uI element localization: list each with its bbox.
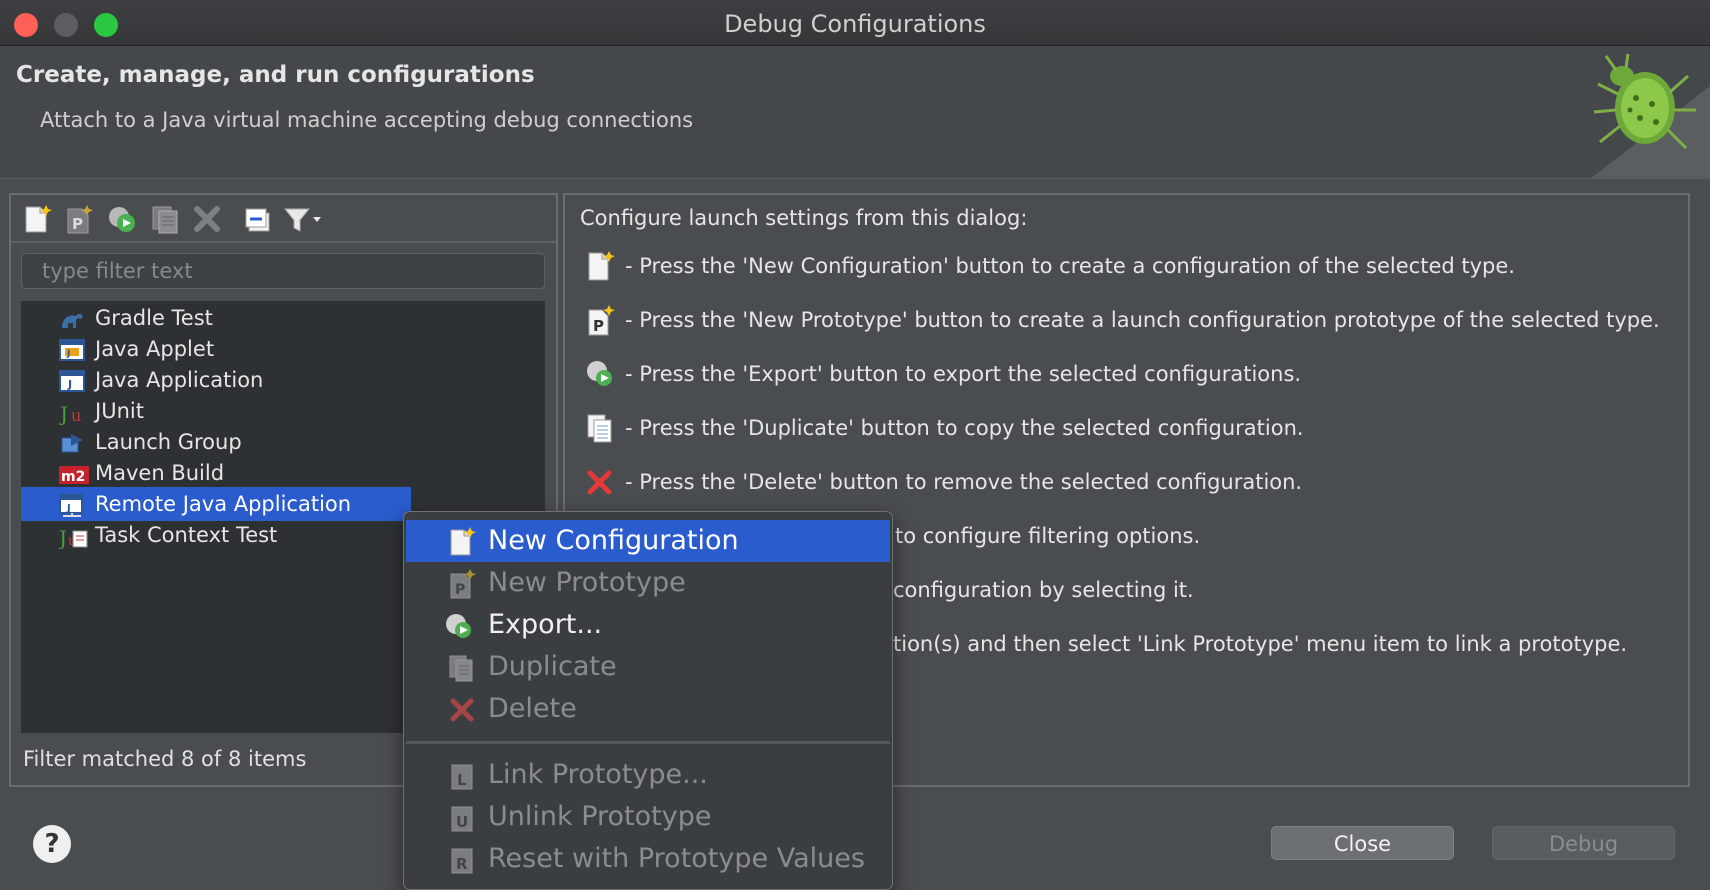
help-heading: Configure launch settings from this dial… bbox=[580, 206, 1028, 230]
help-button[interactable]: ? bbox=[33, 825, 71, 863]
unlink-prototype-icon: U bbox=[448, 803, 476, 833]
export-icon bbox=[585, 358, 615, 390]
svg-text:J: J bbox=[66, 349, 70, 359]
dropdown-arrow-icon[interactable] bbox=[309, 203, 325, 235]
menu-item-duplicate[interactable]: Duplicate bbox=[406, 646, 890, 688]
java-application-icon: J bbox=[59, 368, 85, 394]
svg-text:J: J bbox=[67, 378, 72, 391]
help-line-new-configuration: - Press the 'New Configuration' button t… bbox=[565, 247, 1685, 287]
maven-icon: m2 bbox=[59, 461, 89, 487]
duplicate-icon bbox=[448, 653, 476, 683]
svg-text:P: P bbox=[455, 582, 465, 598]
collapse-all-icon[interactable] bbox=[243, 203, 275, 235]
gradle-icon bbox=[59, 306, 85, 332]
java-applet-icon: J bbox=[59, 337, 85, 363]
menu-item-unlink-prototype[interactable]: U Unlink Prototype bbox=[406, 796, 890, 838]
svg-text:u: u bbox=[71, 406, 81, 425]
close-button[interactable]: Close bbox=[1271, 826, 1454, 860]
new-prototype-icon: P bbox=[585, 304, 615, 336]
help-line-delete: - Press the 'Delete' button to remove th… bbox=[565, 463, 1685, 503]
banner-message: Attach to a Java virtual machine accepti… bbox=[40, 108, 694, 132]
help-line-duplicate: - Press the 'Duplicate' button to copy t… bbox=[565, 409, 1685, 449]
svg-text:L: L bbox=[457, 771, 467, 789]
debug-button[interactable]: Debug bbox=[1492, 826, 1675, 860]
tree-item-remote-java-application[interactable]: J Remote Java Application bbox=[21, 487, 411, 521]
launch-group-icon bbox=[59, 430, 85, 456]
svg-text:P: P bbox=[72, 215, 83, 233]
window-title: Debug Configurations bbox=[724, 10, 986, 38]
delete-icon bbox=[585, 466, 615, 498]
config-toolbar: P bbox=[11, 195, 556, 241]
tree-item-task-context-test[interactable]: Ju Task Context Test bbox=[21, 518, 411, 552]
menu-item-delete[interactable]: Delete bbox=[406, 688, 890, 730]
delete-icon bbox=[448, 695, 476, 725]
filter-status-text: Filter matched 8 of 8 items bbox=[23, 747, 307, 771]
help-line-export: - Press the 'Export' button to export th… bbox=[565, 355, 1685, 395]
menu-item-export[interactable]: Export... bbox=[406, 604, 890, 646]
banner-title: Create, manage, and run configurations bbox=[16, 62, 535, 88]
help-line-new-prototype: P - Press the 'New Prototype' button to … bbox=[565, 301, 1685, 341]
new-configuration-icon[interactable] bbox=[21, 203, 53, 235]
delete-icon[interactable] bbox=[191, 203, 223, 235]
link-prototype-icon: L bbox=[448, 761, 476, 791]
menu-item-link-prototype[interactable]: L Link Prototype... bbox=[406, 754, 890, 796]
new-prototype-icon[interactable]: P bbox=[63, 203, 95, 235]
debug-bug-icon bbox=[1560, 46, 1710, 179]
export-icon bbox=[444, 611, 472, 641]
menu-item-new-prototype[interactable]: P New Prototype bbox=[406, 562, 890, 604]
menu-item-new-configuration[interactable]: New Configuration bbox=[406, 520, 890, 562]
remote-java-icon: J bbox=[59, 492, 85, 518]
svg-text:J: J bbox=[59, 402, 68, 425]
toolbar-divider bbox=[11, 241, 556, 243]
title-bar: Debug Configurations bbox=[0, 0, 1710, 46]
reset-prototype-icon: R bbox=[448, 845, 476, 875]
duplicate-icon[interactable] bbox=[149, 203, 181, 235]
menu-item-reset-with-prototype-values[interactable]: R Reset with Prototype Values bbox=[406, 838, 890, 880]
svg-text:J: J bbox=[66, 503, 71, 514]
new-prototype-icon: P bbox=[448, 569, 476, 599]
svg-text:m2: m2 bbox=[61, 469, 85, 485]
header-banner: Create, manage, and run configurations A… bbox=[0, 46, 1710, 179]
svg-text:J: J bbox=[59, 526, 67, 549]
new-configuration-icon bbox=[448, 527, 476, 557]
svg-text:P: P bbox=[593, 317, 604, 335]
tree-item-launch-group[interactable]: Launch Group bbox=[21, 425, 411, 459]
new-configuration-icon bbox=[585, 250, 615, 282]
menu-separator bbox=[406, 741, 890, 744]
filter-input[interactable] bbox=[21, 253, 545, 289]
tree-item-maven-build[interactable]: m2 Maven Build bbox=[21, 456, 411, 490]
task-context-icon: Ju bbox=[57, 523, 88, 550]
duplicate-icon bbox=[585, 412, 615, 444]
tree-item-gradle-test[interactable]: Gradle Test bbox=[21, 301, 411, 335]
tree-item-junit[interactable]: Ju JUnit bbox=[21, 394, 411, 428]
tree-item-java-applet[interactable]: J Java Applet bbox=[21, 332, 411, 366]
svg-text:R: R bbox=[456, 855, 468, 873]
tree-item-java-application[interactable]: J Java Application bbox=[21, 363, 411, 397]
export-icon[interactable] bbox=[106, 203, 138, 235]
junit-icon: Ju bbox=[58, 399, 85, 426]
svg-text:U: U bbox=[456, 813, 468, 831]
context-menu: New Configuration P New Prototype Export… bbox=[403, 511, 893, 890]
